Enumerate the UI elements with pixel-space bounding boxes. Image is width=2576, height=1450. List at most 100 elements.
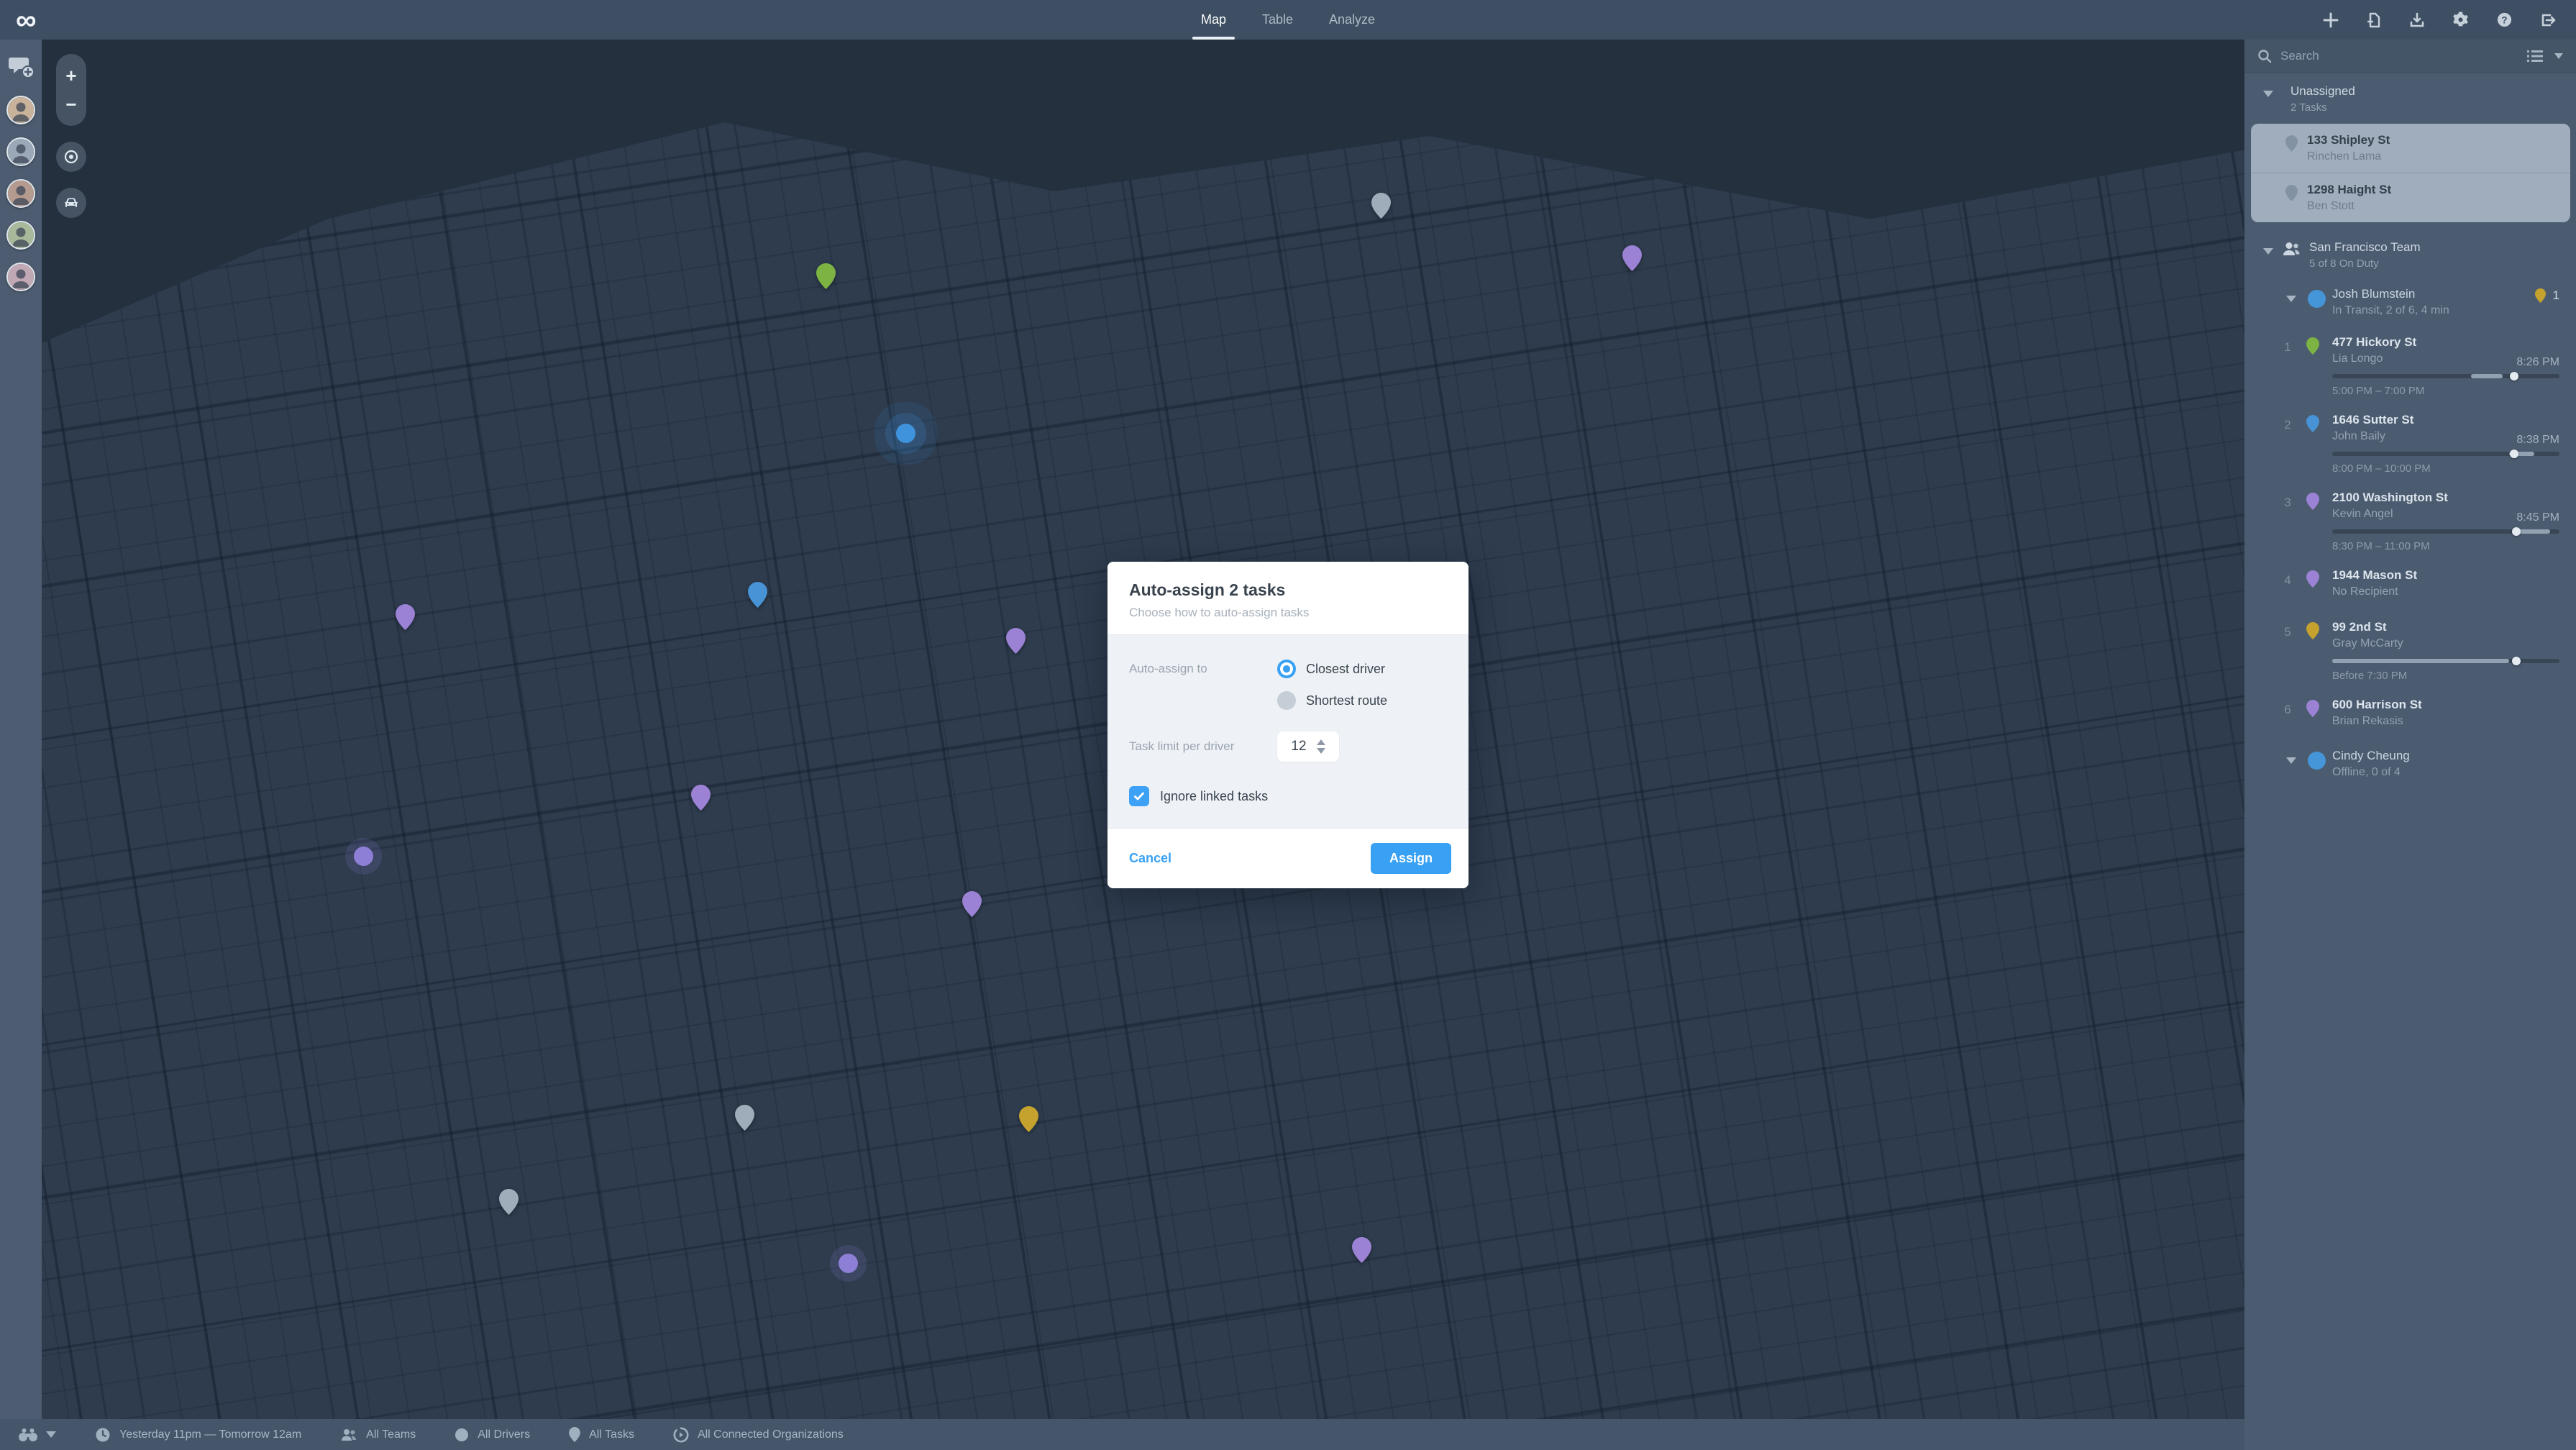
progress-handle[interactable] <box>2509 450 2518 458</box>
route-task-row[interactable]: 6 600 Harrison St Brian Rekasis <box>2244 688 2576 740</box>
new-message-icon[interactable] <box>9 55 35 78</box>
cancel-button[interactable]: Cancel <box>1129 851 1171 866</box>
task-map-pin[interactable] <box>816 263 836 290</box>
vehicle-button[interactable] <box>56 188 86 218</box>
connected-orgs-label: All Connected Organizations <box>697 1428 844 1441</box>
progress-handle[interactable] <box>2511 527 2521 536</box>
route-task-row[interactable]: 5 99 2nd St Gray McCarty Before 7:30 PM <box>2244 611 2576 688</box>
driver-name: Josh Blumstein <box>2332 287 2416 301</box>
route-task-row[interactable]: 2 1646 Sutter St John Baily 8:38 PM 8:00… <box>2244 403 2576 481</box>
unassigned-task-row[interactable]: 1298 Haight St Ben Stott <box>2251 173 2570 222</box>
radio-button[interactable] <box>1277 691 1296 710</box>
task-map-pin[interactable] <box>1371 193 1392 219</box>
task-pin-icon <box>2306 700 2319 721</box>
task-address: 1298 Haight St <box>2307 183 2392 196</box>
avatar[interactable] <box>6 137 35 166</box>
driver-dot-icon <box>2308 752 2326 770</box>
collapse-caret-icon[interactable] <box>2286 296 2296 302</box>
task-map-pin[interactable] <box>962 890 982 917</box>
task-sidebar: Unassigned 2 Tasks 133 Shipley St Rinche… <box>2244 40 2576 1450</box>
unassigned-group-header[interactable]: Unassigned 2 Tasks <box>2244 73 2576 122</box>
tasks-filter[interactable]: All Tasks <box>569 1427 634 1442</box>
radio-closest-driver[interactable]: Closest driver <box>1277 660 1387 678</box>
add-icon[interactable] <box>2323 12 2339 28</box>
tab-map[interactable]: Map <box>1192 0 1235 40</box>
settings-icon[interactable] <box>2452 12 2469 28</box>
time-range-label: Yesterday 11pm — Tomorrow 12am <box>119 1428 302 1441</box>
task-time-window: 8:00 PM – 10:00 PM <box>2332 462 2431 475</box>
task-sequence-number: 6 <box>2284 703 2291 716</box>
connected-orgs-filter[interactable]: All Connected Organizations <box>673 1427 844 1443</box>
checkbox-label: Ignore linked tasks <box>1160 788 1269 803</box>
task-limit-input[interactable]: 12 <box>1277 731 1339 762</box>
stepper-down-icon[interactable] <box>1316 748 1325 754</box>
onfleet-logo[interactable]: ∞ <box>16 0 37 40</box>
team-header[interactable]: San Francisco Team 5 of 8 On Duty <box>2244 228 2576 278</box>
task-map-pin[interactable] <box>1622 245 1643 272</box>
route-task-row[interactable]: 1 477 Hickory St Lia Longo 8:26 PM 5:00 … <box>2244 326 2576 403</box>
tab-table[interactable]: Table <box>1262 0 1293 40</box>
time-range-filter[interactable]: Yesterday 11pm — Tomorrow 12am <box>95 1427 301 1443</box>
progress-handle[interactable] <box>2509 372 2518 380</box>
task-sequence-number: 1 <box>2284 340 2291 354</box>
assign-button[interactable]: Assign <box>1370 843 1451 874</box>
ignore-linked-tasks-row[interactable]: Ignore linked tasks <box>1129 786 1447 806</box>
toolbar-icons: ? <box>2323 0 2556 40</box>
driver-rail <box>0 40 42 1419</box>
locate-button[interactable] <box>56 142 86 172</box>
list-view-icon[interactable] <box>2527 50 2543 63</box>
task-map-pin[interactable] <box>396 603 416 630</box>
collapse-caret-icon[interactable] <box>2263 248 2273 255</box>
task-progress-bar[interactable] <box>2332 527 2559 536</box>
stepper <box>1316 739 1325 754</box>
logout-icon[interactable] <box>2540 12 2556 28</box>
task-recipient: Rinchen Lama <box>2307 150 2382 163</box>
collapse-caret-icon[interactable] <box>2286 757 2296 764</box>
tab-analyze[interactable]: Analyze <box>1329 0 1375 40</box>
help-icon[interactable]: ? <box>2496 12 2513 28</box>
task-progress-bar[interactable] <box>2332 450 2559 458</box>
unassigned-task-row[interactable]: 133 Shipley St Rinchen Lama <box>2251 124 2570 173</box>
task-map-pin[interactable] <box>690 785 711 811</box>
driver-row-josh[interactable]: Josh Blumstein In Transit, 2 of 6, 4 min… <box>2244 278 2576 326</box>
badge-count: 1 <box>2552 288 2559 302</box>
avatar[interactable] <box>6 221 35 250</box>
import-icon[interactable] <box>2366 12 2382 28</box>
driver-location-marker[interactable] <box>895 423 915 443</box>
avatar[interactable] <box>6 263 35 291</box>
teams-filter[interactable]: All Teams <box>340 1428 416 1442</box>
collapse-caret-icon[interactable] <box>2263 91 2273 97</box>
dialog-header: Auto-assign 2 tasks Choose how to auto-a… <box>1107 562 1469 634</box>
task-map-pin[interactable] <box>748 582 768 608</box>
zoom-out-button[interactable]: − <box>65 95 76 114</box>
auto-assign-to-label: Auto-assign to <box>1129 662 1207 675</box>
avatar[interactable] <box>6 179 35 208</box>
task-sequence-number: 4 <box>2284 573 2291 587</box>
stepper-up-icon[interactable] <box>1316 739 1325 745</box>
progress-handle[interactable] <box>2511 657 2521 665</box>
sort-caret-icon[interactable] <box>2554 53 2563 59</box>
task-progress-bar[interactable] <box>2332 372 2559 380</box>
route-task-row[interactable]: 3 2100 Washington St Kevin Angel 8:45 PM… <box>2244 481 2576 559</box>
task-map-pin[interactable] <box>735 1105 755 1131</box>
driver-row-cindy[interactable]: Cindy Cheung Offline, 0 of 4 <box>2244 740 2576 788</box>
lookup-menu[interactable] <box>17 1427 56 1443</box>
radio-button[interactable] <box>1277 660 1296 678</box>
teams-filter-label: All Teams <box>366 1428 416 1441</box>
selected-tasks-card: 133 Shipley St Rinchen Lama 1298 Haight … <box>2251 124 2570 222</box>
task-map-pin[interactable] <box>1005 627 1026 654</box>
route-task-row[interactable]: 4 1944 Mason St No Recipient <box>2244 559 2576 611</box>
drivers-filter[interactable]: All Drivers <box>455 1428 530 1442</box>
zoom-in-button[interactable]: + <box>65 66 76 85</box>
radio-label: Closest driver <box>1306 661 1386 676</box>
radio-shortest-route[interactable]: Shortest route <box>1277 691 1387 710</box>
task-map-pin[interactable] <box>499 1189 519 1216</box>
map-controls: + − <box>56 54 86 218</box>
search-input[interactable] <box>2280 49 2527 63</box>
avatar[interactable] <box>6 96 35 124</box>
ignore-linked-checkbox[interactable] <box>1129 786 1149 806</box>
download-icon[interactable] <box>2409 12 2425 28</box>
task-progress-bar[interactable] <box>2332 657 2559 665</box>
task-map-pin[interactable] <box>1351 1237 1371 1264</box>
task-map-pin[interactable] <box>1019 1106 1039 1133</box>
